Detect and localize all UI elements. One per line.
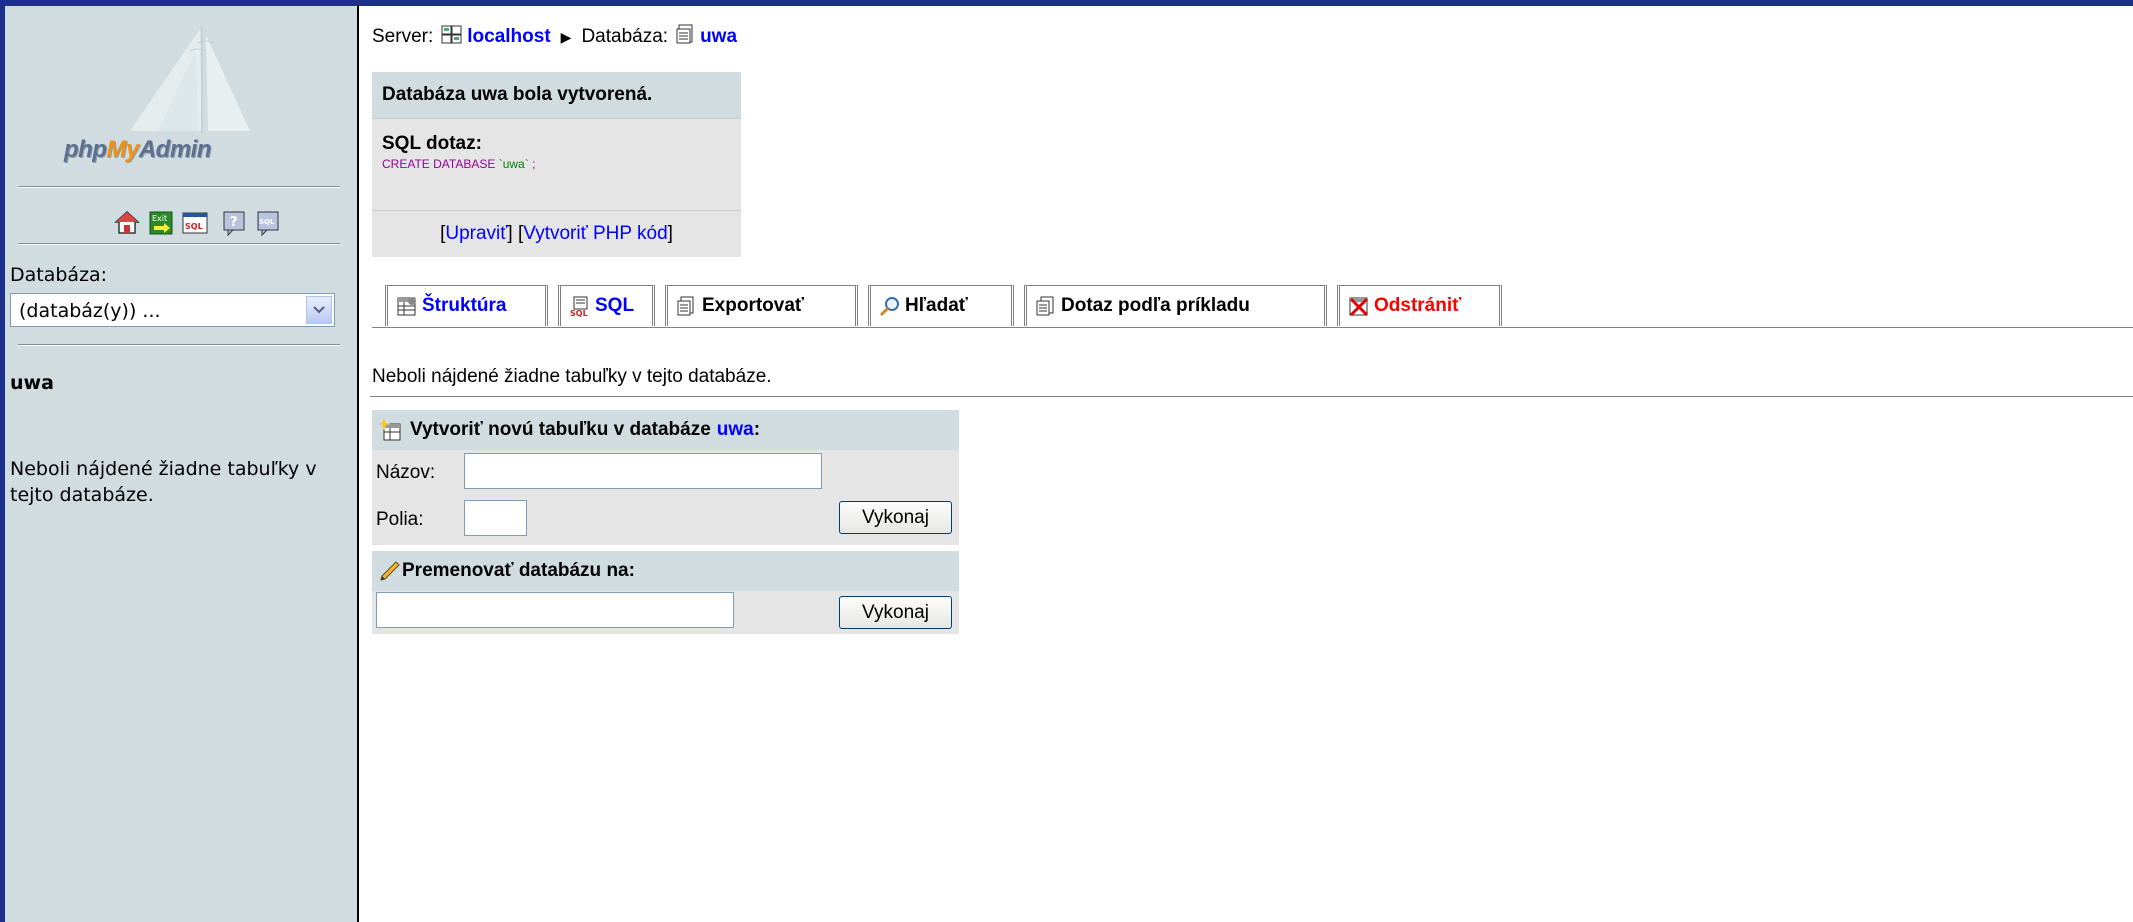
- tab-structure[interactable]: Štruktúra: [385, 285, 548, 326]
- create-table-submit-button[interactable]: Vykonaj: [839, 501, 952, 534]
- database-tabs: Štruktúra SQL SQL Exportovať Hľadať Dota…: [372, 285, 2133, 328]
- create-php-code-link[interactable]: Vytvoriť PHP kód: [523, 223, 667, 244]
- svg-text:Exit: Exit: [152, 214, 167, 223]
- database-select-value: (databáz(y)) ...: [19, 300, 161, 322]
- server-link[interactable]: localhost: [467, 26, 550, 48]
- breadcrumb: Server: localhost ▶ Databáza: uwa: [372, 24, 737, 50]
- create-table-db-link[interactable]: uwa: [717, 419, 754, 441]
- create-table-form: Vytvoriť novú tabuľku v databáze uwa: Ná…: [372, 410, 959, 545]
- new-table-icon: [378, 418, 402, 442]
- sailboat-logo-icon: [130, 27, 250, 133]
- message-title: Databáza uwa bola vytvorená.: [372, 72, 741, 118]
- pencil-icon: [378, 560, 400, 582]
- rename-database-submit-button[interactable]: Vykonaj: [839, 596, 952, 629]
- fields-label: Polia:: [376, 509, 424, 530]
- no-tables-message: Neboli nájdené žiadne tabuľky v tejto da…: [372, 366, 772, 387]
- svg-text:SQL: SQL: [570, 309, 588, 317]
- home-icon[interactable]: [114, 210, 140, 236]
- divider: [18, 243, 340, 245]
- database-link[interactable]: uwa: [700, 26, 737, 48]
- success-message-box: Databáza uwa bola vytvorená. SQL dotaz: …: [372, 72, 741, 257]
- svg-text:SQL: SQL: [185, 222, 203, 231]
- current-database-link[interactable]: uwa: [10, 372, 54, 394]
- separator-arrow-icon: ▶: [560, 28, 572, 45]
- phpmyadmin-logo[interactable]: phpMyAdmin: [50, 21, 300, 181]
- structure-icon: [396, 295, 418, 317]
- database-label: Databáza:: [581, 26, 669, 47]
- new-database-name-input[interactable]: [376, 592, 734, 628]
- tab-query-by-example[interactable]: Dotaz podľa príkladu: [1024, 285, 1327, 326]
- chevron-down-icon[interactable]: [306, 296, 332, 324]
- rename-database-header: Premenovať databázu na:: [372, 551, 959, 591]
- database-label: Databáza:: [10, 264, 108, 286]
- divider: [370, 396, 2133, 397]
- help-icon[interactable]: ?: [222, 210, 248, 237]
- tab-drop[interactable]: Odstrániť: [1337, 285, 1502, 326]
- search-icon: [879, 295, 901, 317]
- sql-query-display: SQL dotaz: CREATE DATABASE `uwa` ;: [372, 118, 741, 210]
- divider: [18, 344, 340, 346]
- table-name-label: Názov:: [376, 462, 436, 483]
- database-icon: [676, 24, 696, 50]
- fields-count-input[interactable]: [464, 500, 527, 536]
- rename-database-form: Premenovať databázu na: Vykonaj: [372, 551, 959, 634]
- tab-sql[interactable]: SQL SQL: [558, 285, 655, 326]
- query-icon: [1035, 295, 1057, 317]
- table-name-input[interactable]: [464, 453, 822, 489]
- no-tables-message: Neboli nájdené žiadne tabuľky v tejto da…: [10, 458, 317, 506]
- create-table-title: Vytvoriť novú tabuľku v databáze: [410, 419, 711, 440]
- sql-query-code: CREATE DATABASE `uwa` ;: [382, 157, 536, 171]
- logo-text: phpMyAdmin: [64, 136, 212, 163]
- svg-text:SQL: SQL: [259, 218, 275, 226]
- message-actions: [Upraviť] [Vytvoriť PHP kód]: [372, 210, 741, 257]
- sql-icon: SQL: [569, 295, 591, 317]
- server-label: Server:: [372, 26, 434, 47]
- tab-search[interactable]: Hľadať: [868, 285, 1014, 326]
- create-table-header: Vytvoriť novú tabuľku v databáze uwa:: [372, 410, 959, 450]
- database-select[interactable]: (databáz(y)) ...: [10, 293, 335, 327]
- rename-database-title: Premenovať databázu na:: [402, 560, 635, 581]
- drop-icon: [1348, 295, 1370, 317]
- sql-query-icon[interactable]: SQL: [182, 210, 208, 236]
- sql-query-label: SQL dotaz:: [382, 133, 482, 154]
- export-icon: [676, 295, 698, 317]
- divider: [18, 186, 340, 188]
- server-icon: [441, 24, 463, 50]
- exit-icon[interactable]: Exit: [148, 210, 174, 236]
- nav-icon-bar: Exit SQL ? SQL: [114, 210, 290, 237]
- sql-docs-icon[interactable]: SQL: [256, 210, 282, 237]
- navigation-frame: phpMyAdmin Exit SQL ? SQL Databáza: (dat…: [0, 6, 359, 922]
- svg-text:?: ?: [230, 215, 238, 230]
- edit-query-link[interactable]: Upraviť: [445, 223, 507, 244]
- tab-export[interactable]: Exportovať: [665, 285, 858, 326]
- frame-edge: [0, 6, 5, 922]
